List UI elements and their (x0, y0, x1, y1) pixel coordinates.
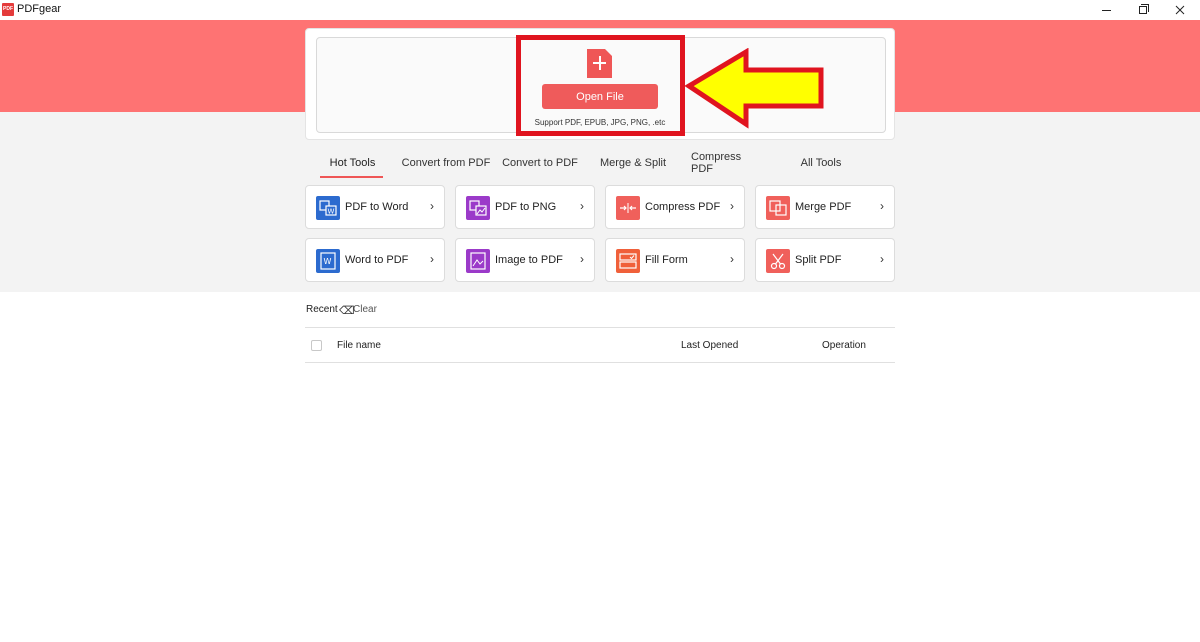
chevron-right-icon: › (730, 199, 734, 213)
tool-card-word-to-pdf[interactable]: W Word to PDF › (305, 238, 445, 282)
tool-label: Merge PDF (795, 201, 852, 213)
annotation-arrow (684, 48, 824, 129)
chevron-right-icon: › (880, 252, 884, 266)
close-button[interactable] (1160, 0, 1200, 20)
tool-card-pdf-to-word[interactable]: W PDF to Word › (305, 185, 445, 229)
image-to-pdf-icon (466, 249, 490, 273)
tool-card-split-pdf[interactable]: Split PDF › (755, 238, 895, 282)
app-logo-icon: PDF (2, 3, 14, 16)
tab-compress-pdf[interactable]: Compress PDF (691, 148, 763, 178)
restore-icon (1139, 4, 1149, 14)
chevron-right-icon: › (730, 252, 734, 266)
select-all-checkbox[interactable] (311, 340, 322, 351)
tool-card-pdf-to-png[interactable]: PDF to PNG › (455, 185, 595, 229)
chevron-right-icon: › (580, 199, 584, 213)
tab-merge-split[interactable]: Merge & Split (597, 148, 669, 178)
tab-convert-to-pdf[interactable]: Convert to PDF (501, 148, 579, 178)
tool-card-merge-pdf[interactable]: Merge PDF › (755, 185, 895, 229)
tool-card-fill-form[interactable]: Fill Form › (605, 238, 745, 282)
divider (305, 362, 895, 363)
tool-card-image-to-pdf[interactable]: Image to PDF › (455, 238, 595, 282)
chevron-right-icon: › (430, 199, 434, 213)
restore-button[interactable] (1123, 0, 1163, 20)
tool-label: PDF to Word (345, 201, 409, 213)
tab-hot-tools[interactable]: Hot Tools (320, 148, 385, 178)
divider (305, 327, 895, 328)
annotation-highlight-box (516, 35, 685, 136)
word-to-pdf-icon: W (316, 249, 340, 273)
tab-all-tools[interactable]: All Tools (795, 148, 847, 178)
tool-label: Split PDF (795, 254, 842, 266)
clear-recent-button[interactable]: Clear (353, 304, 377, 315)
chevron-right-icon: › (580, 252, 584, 266)
close-icon (1175, 5, 1185, 15)
column-header-last-opened[interactable]: Last Opened (681, 340, 738, 351)
tab-convert-from-pdf[interactable]: Convert from PDF (401, 148, 491, 178)
tool-card-compress-pdf[interactable]: Compress PDF › (605, 185, 745, 229)
column-header-file-name[interactable]: File name (337, 340, 381, 351)
pdf-to-png-icon (466, 196, 490, 220)
active-tab-indicator (320, 176, 383, 178)
svg-text:W: W (324, 257, 332, 266)
compress-icon (616, 196, 640, 220)
merge-icon (766, 196, 790, 220)
chevron-right-icon: › (880, 199, 884, 213)
minimize-button[interactable] (1086, 0, 1126, 20)
column-header-operation: Operation (822, 340, 866, 351)
title-bar: PDF PDFgear (0, 0, 1200, 20)
app-title: PDFgear (17, 3, 62, 15)
minimize-icon (1101, 9, 1111, 11)
tool-label: Fill Form (645, 254, 688, 266)
svg-text:W: W (328, 208, 335, 216)
tool-label: Word to PDF (345, 254, 409, 266)
scissors-icon (766, 249, 790, 273)
recent-heading: Recent (306, 304, 338, 315)
fill-form-icon (616, 249, 640, 273)
tool-label: Image to PDF (495, 254, 563, 266)
tool-label: PDF to PNG (495, 201, 557, 213)
pdf-to-word-icon: W (316, 196, 340, 220)
tool-tabs: Hot Tools Convert from PDF Convert to PD… (305, 148, 895, 180)
tool-label: Compress PDF (645, 201, 721, 213)
chevron-right-icon: › (430, 252, 434, 266)
